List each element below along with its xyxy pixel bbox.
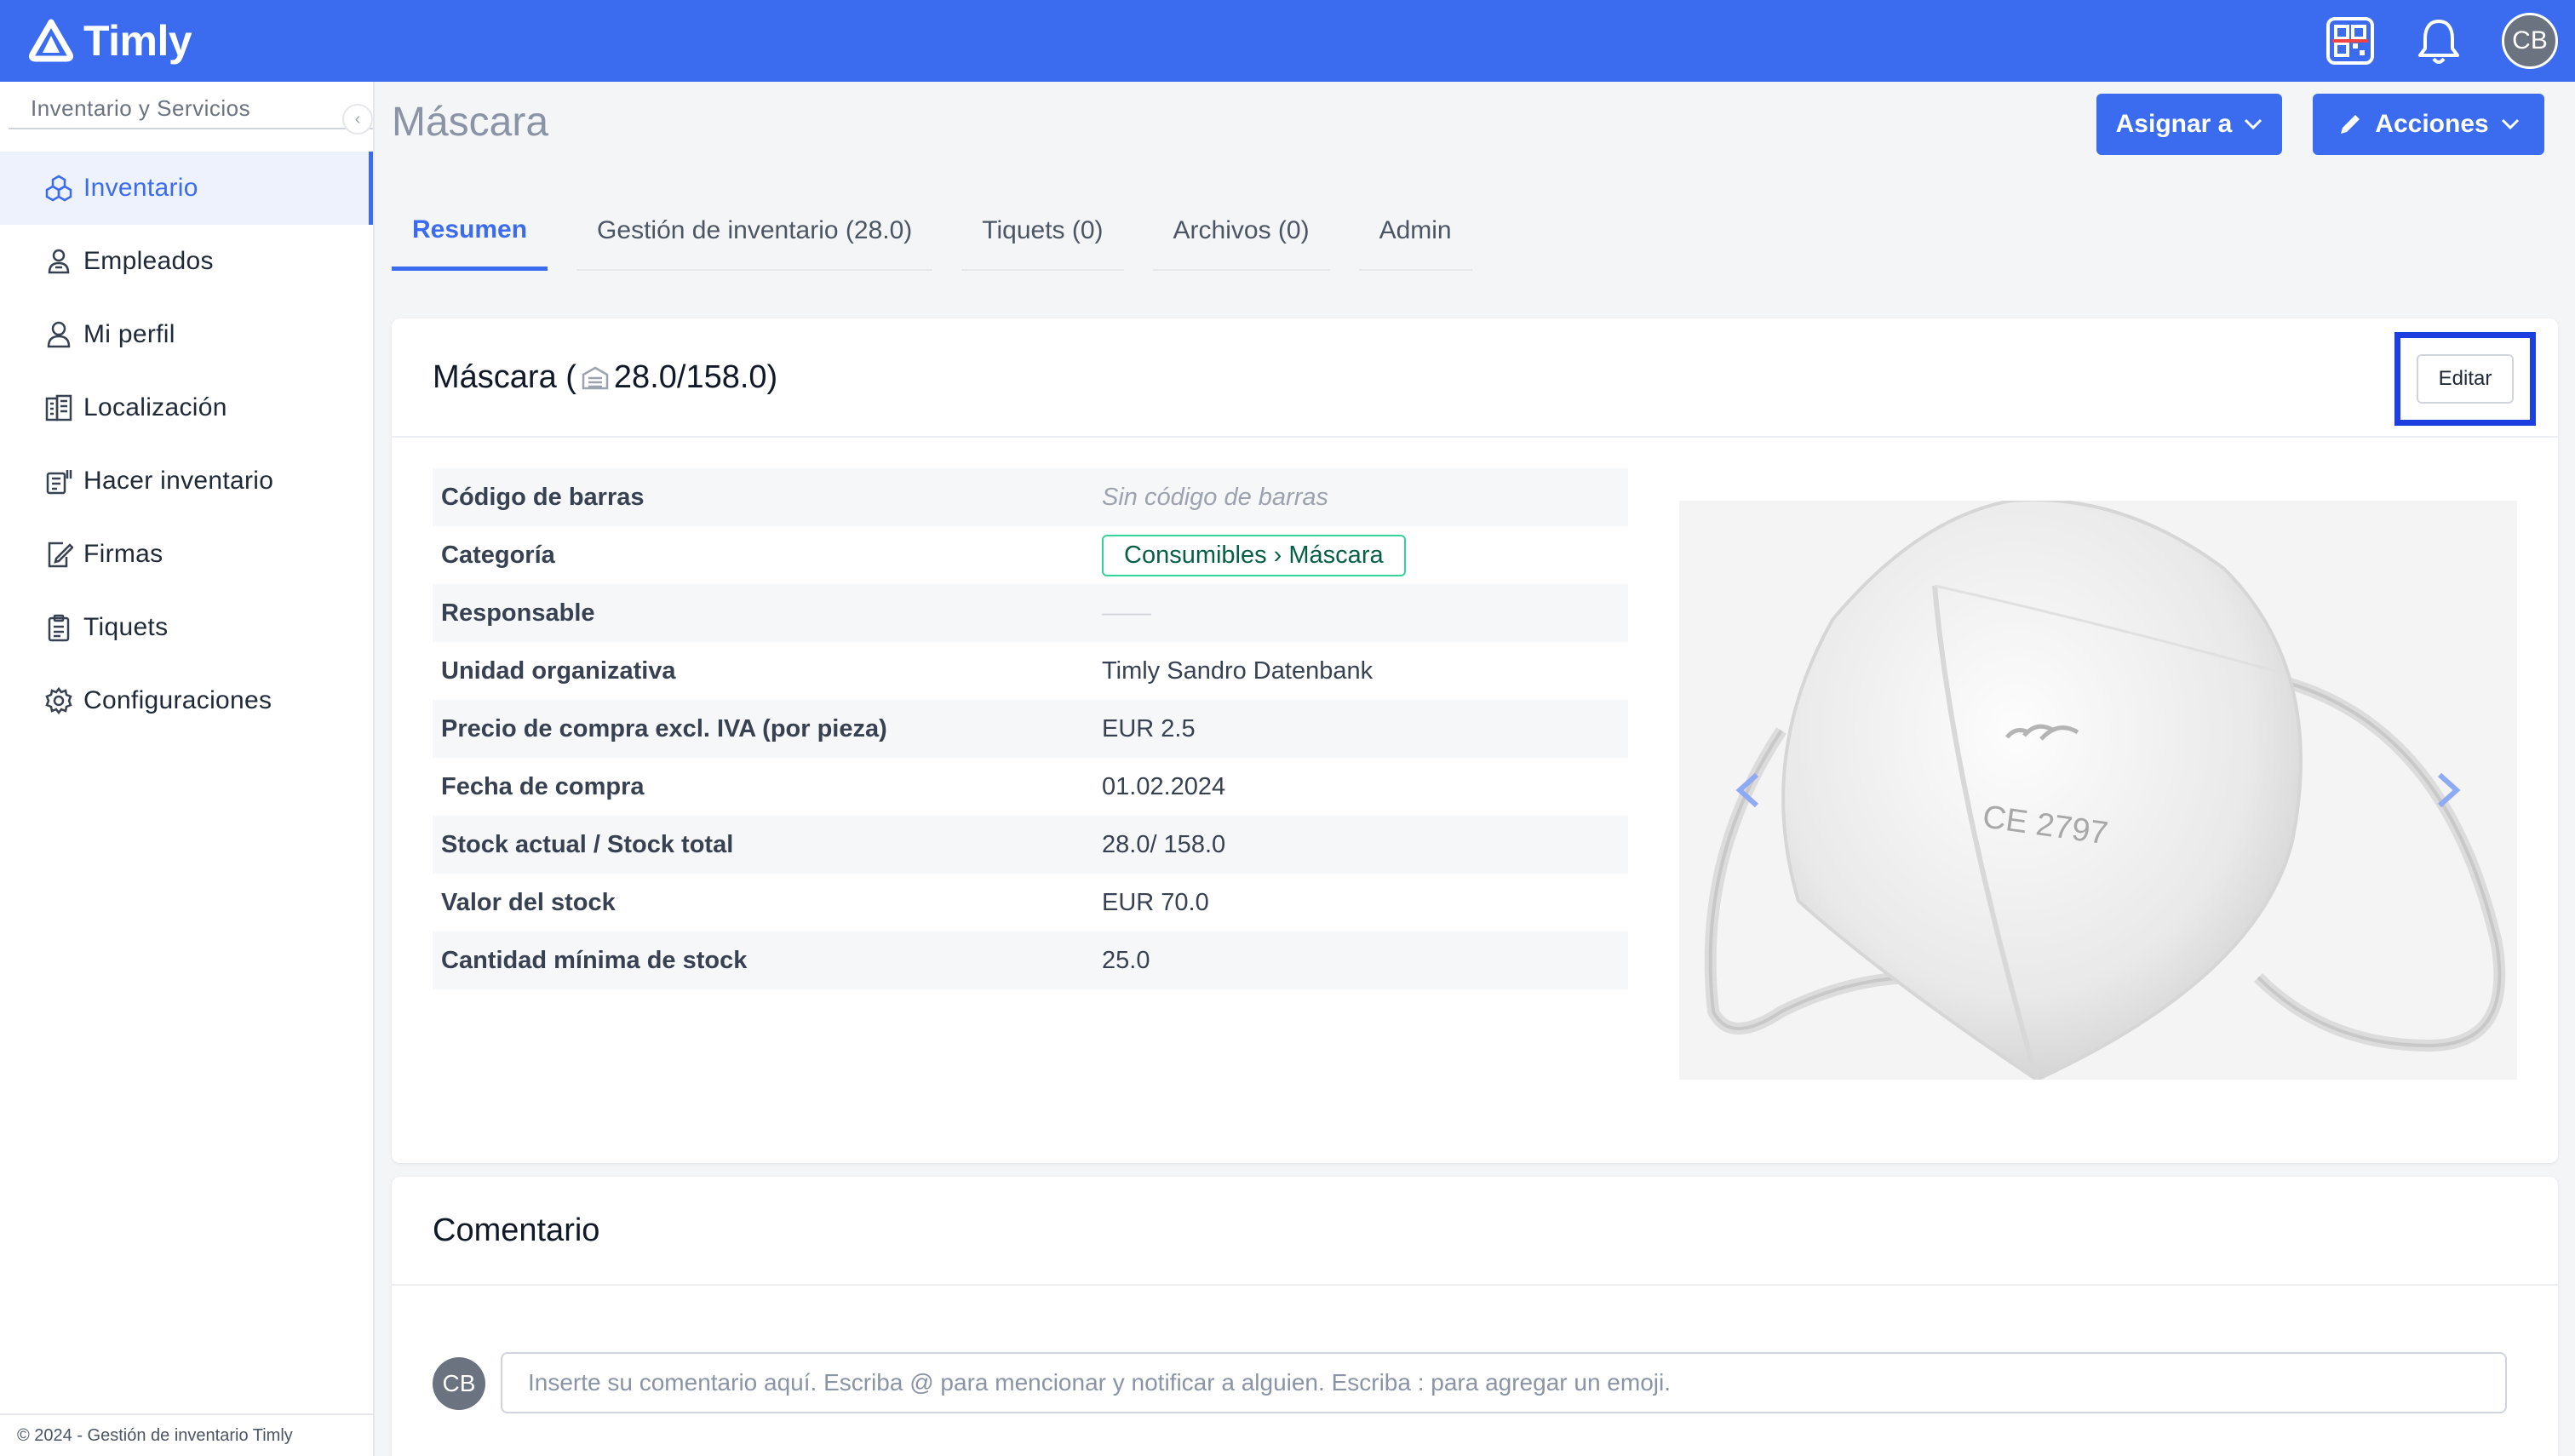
item-summary-card: Máscara ( 28.0/158.0) Editar Código de b… (392, 318, 2558, 1163)
footer-copyright: © 2024 - Gestión de inventario Timly (0, 1413, 373, 1456)
detail-row-stock-value: Valor del stock EUR 70.0 (433, 874, 1628, 931)
tab-bar: Resumen Gestión de inventario (28.0) Tiq… (392, 192, 1501, 271)
sidebar-section-title: Inventario y Servicios (9, 95, 373, 129)
comment-user-avatar: CB (433, 1357, 485, 1410)
tab-resumen[interactable]: Resumen (392, 192, 548, 271)
logo[interactable]: Timly (29, 16, 192, 66)
app-name: Timly (83, 17, 192, 65)
warehouse-icon (582, 366, 609, 390)
chevron-left-icon (1735, 772, 1759, 808)
detail-row-responsible: Responsable —— (433, 584, 1628, 642)
edit-button-highlight: Editar (2394, 332, 2536, 426)
detail-label: Stock actual / Stock total (441, 830, 734, 858)
assign-to-label: Asignar a (2115, 110, 2233, 138)
item-image-carousel: CE 2797 (1679, 501, 2517, 1080)
edit-button[interactable]: Editar (2417, 354, 2514, 404)
item-stock: 28.0/158.0) (613, 358, 778, 395)
detail-label: Valor del stock (441, 888, 616, 916)
actions-button[interactable]: Acciones (2313, 94, 2544, 155)
sidebar-item-localizacion[interactable]: Localización (0, 371, 373, 444)
qr-code-icon[interactable] (2325, 15, 2376, 66)
sidebar-item-mi-perfil[interactable]: Mi perfil (0, 298, 373, 371)
sidebar: Inventario y Servicios ‹ Inventario Empl… (0, 82, 375, 1456)
detail-value: 25.0 (1102, 946, 1150, 974)
detail-label: Cantidad mínima de stock (441, 946, 748, 974)
detail-row-purchase-date: Fecha de compra 01.02.2024 (433, 758, 1628, 816)
sidebar-item-label: Empleados (83, 247, 214, 275)
pencil-icon (2341, 115, 2360, 134)
tab-tiquets[interactable]: Tiquets (0) (961, 192, 1124, 271)
employees-icon (44, 247, 73, 276)
building-icon (44, 393, 73, 422)
scan-icon (44, 467, 73, 496)
sidebar-item-firmas[interactable]: Firmas (0, 518, 373, 591)
sidebar-item-tiquets[interactable]: Tiquets (0, 591, 373, 664)
sidebar-item-label: Mi perfil (83, 320, 175, 348)
detail-row-category: Categoría Consumibles › Máscara (433, 526, 1628, 584)
sidebar-item-label: Inventario (83, 174, 198, 202)
category-badge[interactable]: Consumibles › Máscara (1102, 534, 1406, 576)
timly-logo-icon (29, 19, 73, 62)
gear-icon (44, 686, 73, 715)
detail-value: 28.0/ 158.0 (1102, 830, 1226, 858)
chevron-right-icon (2437, 772, 2461, 808)
comment-input[interactable] (501, 1352, 2507, 1413)
assign-to-button[interactable]: Asignar a (2096, 94, 2282, 155)
sidebar-item-configuraciones[interactable]: Configuraciones (0, 664, 373, 737)
sidebar-item-empleados[interactable]: Empleados (0, 225, 373, 298)
sidebar-item-hacer-inventario[interactable]: Hacer inventario (0, 444, 373, 518)
sidebar-item-label: Localización (83, 393, 227, 421)
detail-row-stock: Stock actual / Stock total 28.0/ 158.0 (433, 816, 1628, 874)
bell-icon[interactable] (2413, 15, 2464, 66)
comment-card: Comentario CB (392, 1177, 2558, 1456)
collapse-sidebar-button[interactable]: ‹ (342, 104, 373, 135)
detail-row-barcode: Código de barras Sin código de barras (433, 468, 1628, 526)
sidebar-item-inventario[interactable]: Inventario (0, 152, 373, 225)
detail-row-min-stock: Cantidad mínima de stock 25.0 (433, 931, 1628, 989)
comment-card-header: Comentario (392, 1177, 2558, 1286)
tab-admin[interactable]: Admin (1358, 192, 1472, 271)
chevron-left-icon: ‹ (354, 109, 361, 129)
detail-label: Categoría (441, 541, 555, 569)
user-avatar[interactable]: CB (2502, 13, 2558, 69)
clipboard-icon (44, 613, 73, 642)
page-title: Máscara (392, 100, 549, 145)
chevron-down-icon (2245, 118, 2262, 130)
detail-value: EUR 70.0 (1102, 888, 1209, 916)
actions-label: Acciones (2375, 110, 2489, 138)
item-card-header: Máscara ( 28.0/158.0) (392, 318, 2558, 438)
mask-product-image: CE 2797 (1679, 501, 2517, 1080)
sidebar-item-label: Tiquets (83, 613, 169, 641)
user-icon (44, 320, 73, 349)
comment-title: Comentario (433, 1212, 600, 1248)
detail-label: Unidad organizativa (441, 656, 676, 685)
top-bar: Timly CB (0, 0, 2575, 82)
tab-archivos[interactable]: Archivos (0) (1152, 192, 1330, 271)
detail-label: Precio de compra excl. IVA (por pieza) (441, 714, 887, 742)
sidebar-item-label: Configuraciones (83, 686, 272, 714)
cubes-icon (44, 174, 73, 203)
signature-icon (44, 540, 73, 569)
sidebar-nav: Inventario Empleados Mi perfil Localizac… (0, 152, 373, 737)
sidebar-item-label: Hacer inventario (83, 467, 274, 495)
detail-value: Timly Sandro Datenbank (1102, 656, 1374, 685)
detail-value: —— (1102, 599, 1151, 627)
detail-value: Sin código de barras (1102, 483, 1328, 511)
detail-row-org-unit: Unidad organizativa Timly Sandro Datenba… (433, 642, 1628, 700)
chevron-down-icon (2501, 118, 2519, 130)
sidebar-item-label: Firmas (83, 540, 163, 568)
detail-value: 01.02.2024 (1102, 772, 1226, 800)
detail-row-price: Precio de compra excl. IVA (por pieza) E… (433, 700, 1628, 758)
tab-gestion-inventario[interactable]: Gestión de inventario (28.0) (576, 192, 933, 271)
item-details-table: Código de barras Sin código de barras Ca… (433, 468, 1628, 989)
detail-label: Fecha de compra (441, 772, 645, 800)
detail-label: Código de barras (441, 483, 645, 511)
detail-value: EUR 2.5 (1102, 714, 1196, 742)
detail-label: Responsable (441, 599, 595, 627)
item-name: Máscara ( (433, 358, 576, 395)
carousel-next-button[interactable] (2423, 756, 2475, 824)
carousel-prev-button[interactable] (1722, 756, 1773, 824)
